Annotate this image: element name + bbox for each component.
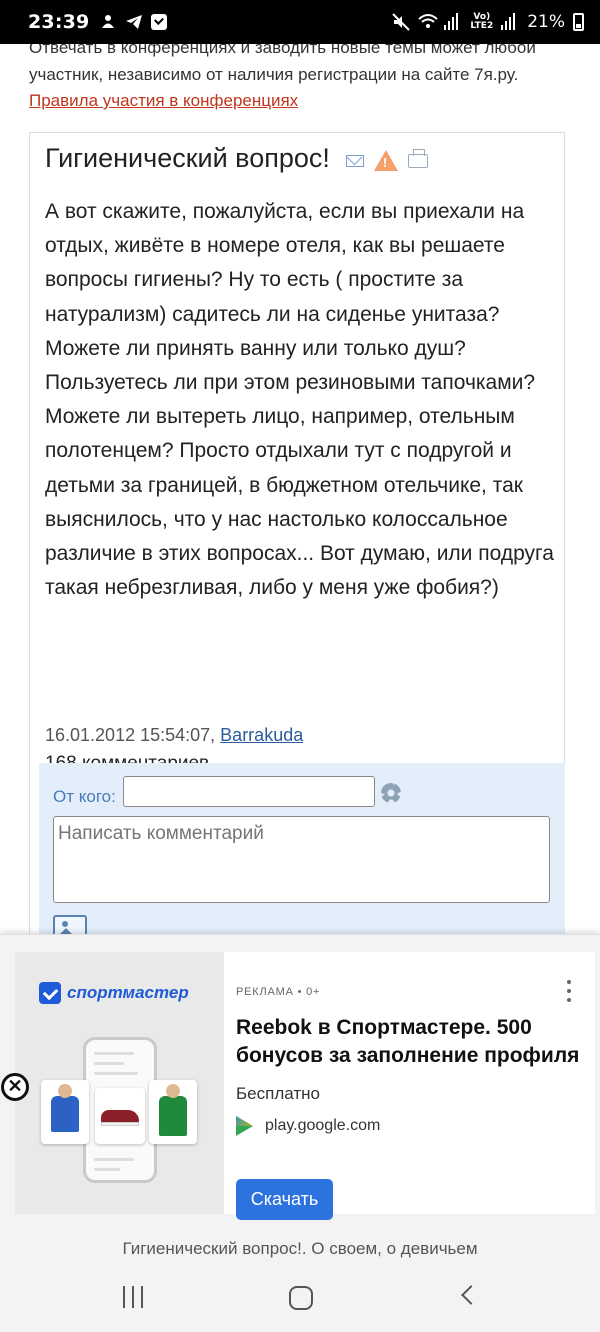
battery-percent: 21% bbox=[527, 12, 565, 32]
notification-icon bbox=[99, 13, 117, 31]
page-caption: Гигиенический вопрос!. О своем, о девичь… bbox=[0, 1234, 600, 1270]
ad-price: Бесплатно bbox=[236, 1084, 320, 1103]
battery-icon bbox=[573, 13, 584, 31]
home-icon[interactable] bbox=[289, 1286, 313, 1310]
post-body: А вот скажите, пожалуйста, если вы приех… bbox=[45, 200, 554, 600]
ad-brand: спортмастер bbox=[39, 982, 189, 1004]
intro-text: Отвечать в конференциях и заводить новые… bbox=[29, 44, 536, 84]
lte-label: Vo) LTE2 bbox=[470, 12, 494, 31]
comment-form: От кого: bbox=[39, 763, 565, 934]
post-card: Гигиенический вопрос! А вот скажите, пож… bbox=[29, 132, 565, 934]
from-label: От кого: bbox=[53, 787, 116, 806]
product-tile-shoe bbox=[95, 1088, 145, 1144]
close-ad-icon[interactable]: ✕ bbox=[1, 1073, 29, 1101]
product-tile-jacket bbox=[149, 1080, 197, 1144]
post-meta: 16.01.2012 15:54:07, Barrakuda bbox=[45, 725, 303, 746]
mute-icon bbox=[392, 13, 411, 31]
ad-label: РЕКЛАМА • 0+ bbox=[236, 986, 321, 998]
download-button[interactable]: Скачать bbox=[236, 1179, 333, 1220]
post-title: Гигиенический вопрос! bbox=[45, 143, 330, 173]
ad-title[interactable]: Reebok в Спортмастере. 500 бонусов за за… bbox=[236, 1014, 586, 1070]
status-time: 23:39 bbox=[28, 11, 90, 33]
ad-image[interactable]: спортмастер bbox=[15, 952, 224, 1214]
post-date: 16.01.2012 15:54:07, bbox=[45, 725, 216, 745]
sportmaster-logo-icon bbox=[39, 982, 61, 1004]
signal-2-icon bbox=[501, 13, 519, 31]
ad-source-text: play.google.com bbox=[265, 1117, 381, 1134]
ad-banner[interactable]: спортмастер РЕКЛАМА • 0+ Reebok в Спортм… bbox=[0, 934, 600, 1234]
mail-icon[interactable] bbox=[345, 154, 364, 167]
print-icon[interactable] bbox=[407, 148, 428, 168]
telegram-icon bbox=[125, 13, 143, 31]
recent-apps-icon[interactable] bbox=[121, 1286, 145, 1308]
signal-icon bbox=[444, 13, 462, 31]
navigation-bar bbox=[0, 1270, 600, 1332]
wifi-icon bbox=[418, 13, 439, 31]
comment-textarea[interactable] bbox=[53, 816, 550, 903]
gear-icon[interactable] bbox=[381, 783, 401, 803]
ad-source: play.google.com bbox=[236, 1116, 380, 1136]
status-bar: 23:39 Vo) LTE2 21% bbox=[0, 0, 600, 44]
product-tile-shirt bbox=[41, 1080, 89, 1144]
rules-link[interactable]: Правила участия в конференциях bbox=[29, 91, 298, 111]
image-upload-icon[interactable] bbox=[53, 915, 87, 934]
ad-card[interactable]: спортмастер РЕКЛАМА • 0+ Reebok в Спортм… bbox=[15, 952, 595, 1220]
checkbox-notification-icon bbox=[151, 14, 168, 30]
page-content[interactable]: Отвечать в конференциях и заводить новые… bbox=[0, 44, 600, 934]
brand-name: спортмастер bbox=[67, 983, 189, 1002]
google-play-icon bbox=[236, 1116, 253, 1136]
author-link[interactable]: Barrakuda bbox=[220, 725, 303, 745]
from-input[interactable] bbox=[123, 776, 375, 807]
back-icon[interactable] bbox=[461, 1285, 481, 1305]
warning-icon[interactable] bbox=[373, 150, 398, 171]
more-options-icon[interactable] bbox=[567, 980, 571, 1007]
